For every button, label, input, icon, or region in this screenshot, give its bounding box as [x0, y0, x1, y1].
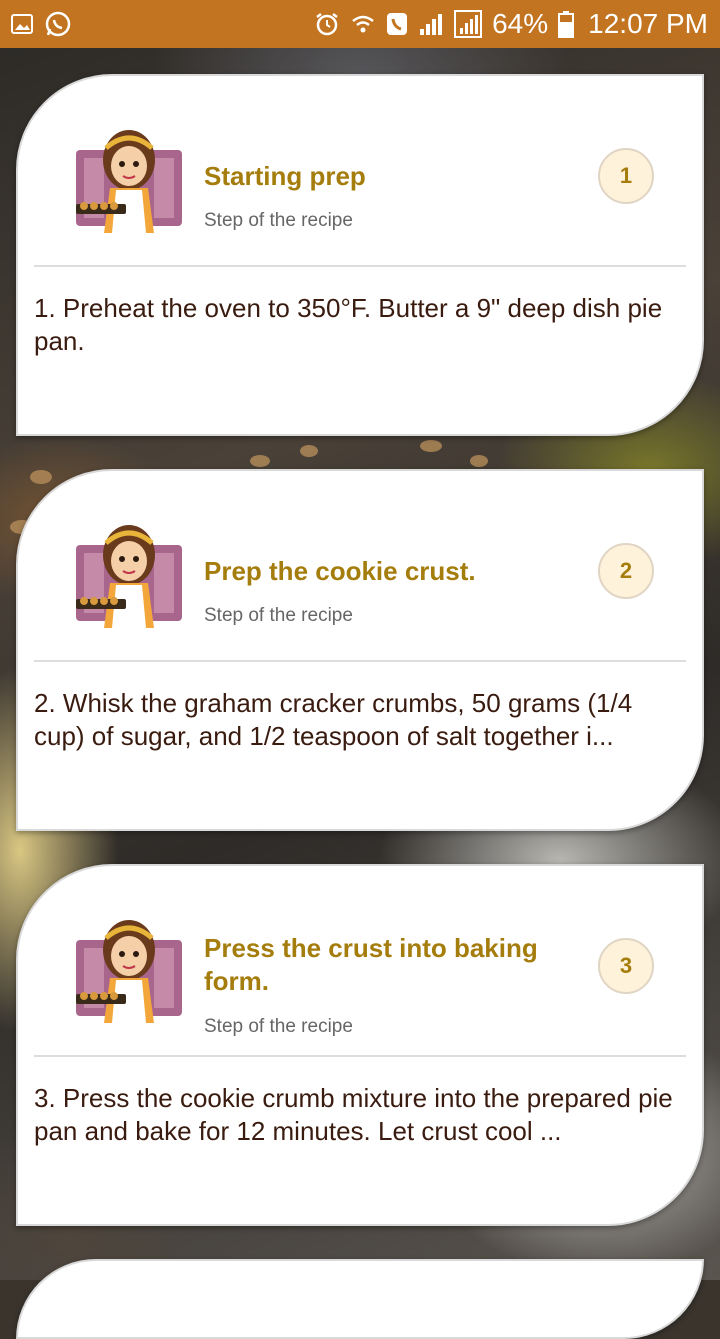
recipe-step-card[interactable]: Prep the cookie crust. Step of the recip…	[16, 469, 704, 831]
chef-girl-avatar	[76, 920, 182, 1023]
battery-icon	[558, 10, 575, 38]
card-header: Prep the cookie crust. Step of the recip…	[18, 471, 702, 661]
battery-percentage: 64%	[492, 8, 549, 39]
gallery-notification-icon	[10, 12, 34, 36]
card-divider	[34, 1055, 686, 1057]
card-divider	[34, 265, 686, 267]
call-icon	[386, 11, 408, 37]
recipe-step-card-partial[interactable]	[16, 1259, 704, 1339]
card-header: Starting prep Step of the recipe 1	[18, 76, 702, 266]
step-subtitle: Step of the recipe	[204, 210, 353, 231]
recipe-step-card[interactable]: Press the crust into baking form. Step o…	[16, 864, 704, 1226]
step-description: 1. Preheat the oven to 350°F. Butter a 9…	[34, 293, 663, 356]
step-number-badge: 3	[598, 938, 654, 994]
step-title: Prep the cookie crust.	[204, 556, 476, 586]
card-divider	[34, 660, 686, 662]
step-number-badge: 2	[598, 543, 654, 599]
step-number-badge: 1	[598, 148, 654, 204]
wifi-icon	[350, 11, 376, 37]
signal-box-icon	[454, 10, 483, 38]
step-subtitle: Step of the recipe	[204, 605, 353, 626]
alarm-icon	[314, 11, 340, 37]
step-subtitle: Step of the recipe	[204, 1016, 353, 1037]
step-description: 3. Press the cookie crumb mixture into t…	[34, 1083, 673, 1146]
recipe-step-card[interactable]: Starting prep Step of the recipe 1 1. Pr…	[16, 74, 704, 436]
step-title: Press the crust into baking form.	[204, 933, 538, 996]
step-title: Starting prep	[204, 161, 366, 191]
signal-icon	[418, 11, 444, 37]
card-header: Press the crust into baking form. Step o…	[18, 866, 702, 1056]
whatsapp-icon	[44, 10, 72, 38]
chef-girl-avatar	[76, 130, 182, 233]
chef-girl-avatar	[76, 525, 182, 628]
status-bar: 64% 12:07 PM	[0, 0, 720, 48]
clock: 12:07 PM	[588, 8, 708, 39]
step-description: 2. Whisk the graham cracker crumbs, 50 g…	[34, 688, 633, 751]
